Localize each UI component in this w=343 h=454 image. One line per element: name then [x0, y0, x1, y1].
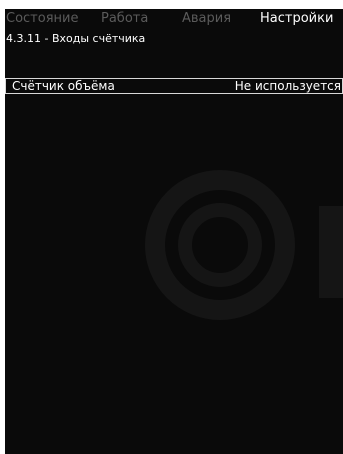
tab-settings[interactable]: Настройки: [260, 11, 333, 27]
display-screen: Состояние Работа Авария Настройки 4.3.11…: [5, 9, 343, 454]
tab-alarm[interactable]: Авария: [182, 11, 231, 27]
tab-status[interactable]: Состояние: [6, 11, 78, 27]
logo-watermark-icon: [145, 170, 343, 320]
tab-operation[interactable]: Работа: [101, 11, 148, 27]
settings-row-label: Счётчик объёма: [12, 79, 115, 93]
tab-bar: Состояние Работа Авария Настройки: [5, 9, 343, 30]
settings-row-value: Не используется: [234, 79, 341, 93]
settings-row-volume-counter[interactable]: Счётчик объёма Не используется: [5, 78, 343, 94]
breadcrumb: 4.3.11 - Входы счётчика: [6, 32, 146, 45]
